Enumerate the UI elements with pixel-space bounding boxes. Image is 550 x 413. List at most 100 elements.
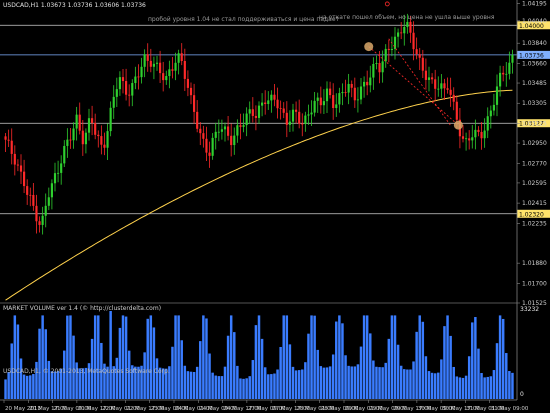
candle-body bbox=[248, 109, 251, 114]
volume-bar bbox=[427, 371, 431, 399]
volume-bar bbox=[341, 323, 344, 399]
candle-body bbox=[440, 83, 443, 89]
candle-body bbox=[35, 205, 38, 222]
candle-body bbox=[254, 115, 257, 118]
candle-body bbox=[366, 81, 369, 86]
volume-bar bbox=[319, 366, 323, 399]
candle-body bbox=[174, 62, 177, 71]
candle-body bbox=[180, 53, 183, 61]
candle-body bbox=[66, 139, 69, 146]
candle-body bbox=[298, 111, 301, 124]
candle-body bbox=[452, 94, 455, 102]
candle-body bbox=[301, 123, 304, 125]
volume-bar bbox=[288, 344, 292, 399]
candle-body bbox=[390, 48, 393, 50]
candle-body bbox=[94, 123, 97, 135]
volume-bar bbox=[282, 315, 285, 399]
volume-bar bbox=[399, 365, 403, 399]
level-label: 1.02320 bbox=[519, 211, 544, 218]
candle-body bbox=[393, 36, 397, 49]
volume-bar bbox=[143, 352, 146, 399]
price-tick-label: 1.02415 bbox=[522, 200, 547, 207]
volume-bar bbox=[93, 315, 97, 399]
candle-body bbox=[356, 99, 359, 101]
candle-body bbox=[291, 109, 295, 122]
candle-body bbox=[69, 139, 72, 141]
candle-body bbox=[134, 76, 137, 84]
candle-body bbox=[369, 77, 372, 86]
volume-bar bbox=[174, 315, 177, 399]
candle-body bbox=[202, 133, 205, 139]
candle-body bbox=[449, 89, 452, 95]
candle-body bbox=[468, 138, 471, 141]
candle-body bbox=[230, 135, 233, 146]
candle-body bbox=[332, 95, 335, 109]
candle-body bbox=[437, 88, 440, 90]
candle-body bbox=[84, 132, 87, 145]
candle-body bbox=[418, 54, 421, 58]
volume-bar bbox=[186, 371, 190, 399]
volume-bar bbox=[149, 315, 153, 399]
candle-body bbox=[359, 86, 363, 100]
price-tick-label: 1.02595 bbox=[522, 180, 547, 187]
candle-body bbox=[319, 97, 322, 106]
volume-bar bbox=[56, 371, 60, 399]
candle-body bbox=[177, 53, 180, 63]
volume-bar bbox=[452, 366, 455, 399]
volume-bar bbox=[350, 366, 353, 399]
candle-body bbox=[236, 125, 239, 136]
candle-body bbox=[103, 144, 106, 148]
volume-bar bbox=[492, 370, 496, 399]
volume-bar bbox=[183, 365, 187, 399]
retest-marker bbox=[364, 42, 374, 52]
volume-bar bbox=[205, 318, 208, 399]
volume-bar bbox=[390, 315, 394, 399]
candle-body bbox=[233, 135, 236, 146]
candle-body bbox=[13, 153, 16, 165]
candle-body bbox=[322, 101, 325, 106]
volume-bar bbox=[260, 338, 264, 399]
volume-bar bbox=[301, 369, 304, 399]
candle-body bbox=[223, 126, 227, 130]
symbol-header: USDCAD,H1 1.03673 1.03736 1.03606 1.0373… bbox=[3, 2, 146, 9]
volume-bar bbox=[109, 311, 112, 399]
level-label: 1.03736 bbox=[519, 52, 544, 59]
candle-body bbox=[372, 63, 375, 78]
volume-bar bbox=[369, 333, 372, 399]
volume-bar bbox=[313, 315, 316, 399]
candle-body bbox=[23, 171, 26, 187]
volume-bar bbox=[495, 343, 499, 399]
volume-bar bbox=[508, 371, 511, 399]
candle-body bbox=[128, 94, 131, 96]
candle-body bbox=[282, 108, 285, 113]
candle-body bbox=[471, 137, 474, 141]
candle-body bbox=[53, 173, 57, 184]
volume-bar bbox=[322, 367, 326, 399]
volume-bar bbox=[310, 315, 313, 399]
volume-bar bbox=[223, 366, 227, 399]
candle-body bbox=[78, 114, 81, 131]
candle-body bbox=[363, 81, 366, 87]
volume-bar bbox=[412, 361, 415, 399]
volume-bar bbox=[353, 366, 357, 399]
price-tick-label: 1.03485 bbox=[522, 80, 547, 87]
candle-body bbox=[511, 54, 514, 63]
volume-bar bbox=[415, 331, 418, 399]
volume-bar bbox=[440, 359, 443, 399]
volume-bar bbox=[251, 360, 255, 399]
candle-body bbox=[279, 108, 282, 110]
candle-body bbox=[421, 57, 424, 71]
candle-body bbox=[273, 94, 276, 100]
candle-body bbox=[75, 114, 78, 129]
candle-body bbox=[412, 32, 415, 50]
volume-bar bbox=[50, 371, 54, 399]
candle-body bbox=[106, 131, 109, 148]
candle-body bbox=[239, 125, 242, 127]
candle-body bbox=[159, 62, 162, 74]
note-right: на откате пошел объем, но цена не ушла в… bbox=[319, 14, 495, 21]
candle-body bbox=[32, 194, 35, 206]
volume-bar bbox=[338, 315, 341, 399]
candle-body bbox=[329, 88, 332, 96]
candle-body bbox=[19, 165, 23, 172]
volume-bar bbox=[53, 371, 57, 399]
